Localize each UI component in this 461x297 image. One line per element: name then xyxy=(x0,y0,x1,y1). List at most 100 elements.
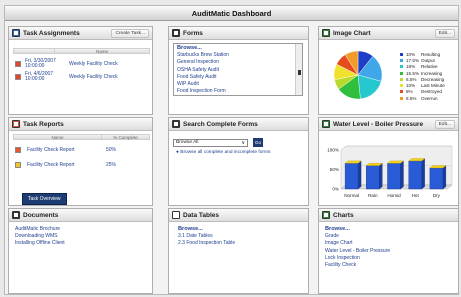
list-item[interactable]: Facility Check xyxy=(325,262,390,269)
water-level-title: Water Level - Boiler Pressure xyxy=(333,120,424,128)
documents-icon xyxy=(12,211,20,219)
bar-side xyxy=(379,162,383,190)
bar xyxy=(387,163,401,190)
legend-label: Overrun xyxy=(421,95,438,101)
bar-top xyxy=(387,160,404,164)
list-item[interactable]: Water Level - Boiler Pressure xyxy=(325,248,390,255)
list-item[interactable]: WIP Audit xyxy=(174,81,302,88)
image-chart-header: Image Chart Edit... xyxy=(319,27,458,40)
list-item[interactable]: General Inspection xyxy=(174,59,302,66)
x-tick-label: Rain xyxy=(368,193,378,198)
image-chart-title: Image Chart xyxy=(333,29,371,37)
task-reports-panel: Task Reports Name % Complete Facility Ch… xyxy=(8,117,153,206)
pie-chart xyxy=(333,50,383,100)
search-forms-title: Search Complete Forms xyxy=(183,120,258,128)
assignment-time[interactable]: 10:00:00 xyxy=(25,63,59,70)
assignment-name[interactable]: Weekly Facility Check xyxy=(69,74,118,80)
legend-swatch xyxy=(400,77,403,81)
list-item[interactable]: Grade xyxy=(325,233,390,240)
scrollbar-thumb[interactable] xyxy=(298,70,301,75)
forms-title: Forms xyxy=(183,29,203,37)
list-item[interactable]: Food Safety Audit xyxy=(174,74,302,81)
task-reports-header: Task Reports xyxy=(9,118,152,131)
bar xyxy=(429,167,444,190)
calendar-icon xyxy=(15,74,21,80)
list-item[interactable]: AuditMatic Brochure xyxy=(15,226,65,233)
legend-percent: 17.5% xyxy=(406,57,420,63)
assignment-time[interactable]: 10:00:00 xyxy=(25,76,59,83)
image-chart-panel: Image Chart Edit... 10% Resulting 17.5% Out… xyxy=(318,26,459,115)
report-icon xyxy=(15,147,21,153)
table-row[interactable]: Facility Check Report 25% xyxy=(13,161,150,169)
charts-header: Charts xyxy=(319,209,458,222)
legend-percent: 18% xyxy=(406,64,416,70)
charts-title: Charts xyxy=(333,211,354,219)
table-row[interactable]: Fri, 4/6/2007 10:00:00 Weekly Facility C… xyxy=(13,71,150,83)
assignment-name[interactable]: Weekly Facility Check xyxy=(69,61,118,67)
data-tables-browse-link[interactable]: Browse... xyxy=(178,226,235,233)
legend-label: Resulting xyxy=(421,51,441,57)
data-tables-title: Data Tables xyxy=(183,211,220,219)
forms-icon xyxy=(172,29,180,37)
table-row[interactable]: Fri, 3/30/2007 10:00:00 Weekly Facility … xyxy=(13,58,150,70)
bar-side xyxy=(421,158,425,190)
forms-browse-link[interactable]: Browse... xyxy=(174,45,302,52)
browse-select-value: Browse All xyxy=(176,140,199,145)
calendar-icon xyxy=(15,61,21,67)
legend-label: Increasing xyxy=(421,70,443,76)
list-item[interactable]: 3.1 Date Tables xyxy=(178,233,235,240)
legend-percent: 10% xyxy=(406,51,416,57)
bar-top xyxy=(429,165,447,169)
legend-label: Last Minute xyxy=(421,83,445,89)
bar-side xyxy=(357,160,362,190)
go-button[interactable]: Go xyxy=(253,138,263,147)
report-name[interactable]: Facility Check Report xyxy=(27,147,106,153)
legend-percent: 8.5% xyxy=(406,95,417,101)
create-task-button[interactable]: Create Task... xyxy=(111,28,149,38)
legend-entry: 8.5% Overrun xyxy=(400,95,458,101)
water-level-edit-button[interactable]: Edit... xyxy=(434,119,455,129)
data-tables-header: Data Tables xyxy=(169,209,308,222)
bar-top xyxy=(365,163,383,166)
forms-scrollbar[interactable] xyxy=(295,44,302,95)
bar xyxy=(408,160,422,190)
x-tick-label: Humid xyxy=(387,193,401,198)
legend-swatch xyxy=(400,52,403,56)
task-assignments-icon xyxy=(12,29,20,37)
chart-icon xyxy=(322,120,330,128)
list-item[interactable]: Downloading WMS xyxy=(15,233,65,240)
x-tick-label: Dry xyxy=(433,193,441,198)
forms-listbox[interactable]: Browse... Starbucks Brew Station General… xyxy=(173,43,303,96)
image-chart-edit-button[interactable]: Edit... xyxy=(434,28,455,38)
charts-browse-link[interactable]: Browse... xyxy=(325,226,390,233)
browse-select[interactable]: Browse All ∨ xyxy=(173,139,248,147)
legend-label: Destroyed xyxy=(421,89,442,95)
list-item[interactable]: Food Inspection Form xyxy=(174,88,302,95)
browse-all-link[interactable]: ● Browse all complete and incomplete for… xyxy=(176,150,270,155)
table-row[interactable]: Facility Check Report 50% xyxy=(13,146,150,154)
legend-label: Relative xyxy=(421,64,438,70)
chart-icon xyxy=(322,29,330,37)
task-overview-button[interactable]: Task Overview xyxy=(22,193,67,205)
list-item[interactable]: Image Chart xyxy=(325,240,390,247)
legend-label: Decreasing xyxy=(421,76,445,82)
bar-side xyxy=(442,165,447,190)
list-item[interactable]: OSHA Safety Audit xyxy=(174,67,302,74)
list-item[interactable]: Installing Offline Client xyxy=(15,240,65,247)
documents-header: Documents xyxy=(9,209,152,222)
report-name[interactable]: Facility Check Report xyxy=(27,162,106,168)
legend-swatch xyxy=(400,90,403,94)
list-item[interactable]: Starbucks Brew Station xyxy=(174,52,302,59)
legend-swatch xyxy=(400,84,403,88)
list-item[interactable]: Lock Inspection xyxy=(325,255,390,262)
search-forms-panel: Search Complete Forms Browse All ∨ Go ● … xyxy=(168,117,309,206)
y-tick-label: 100% xyxy=(327,148,339,153)
y-tick-label: 0% xyxy=(332,187,339,192)
legend-percent: 10% xyxy=(406,83,416,89)
column-complete-label: % Complete xyxy=(101,135,149,140)
legend-percent: 6.5% xyxy=(406,76,417,82)
list-item[interactable]: 2.3 Food Inspection Table xyxy=(178,240,235,247)
browse-all-text: Browse all complete and incomplete forms xyxy=(180,150,271,155)
table-icon xyxy=(172,211,180,219)
data-tables-panel: Data Tables Browse... 3.1 Date Tables 2.… xyxy=(168,208,309,294)
